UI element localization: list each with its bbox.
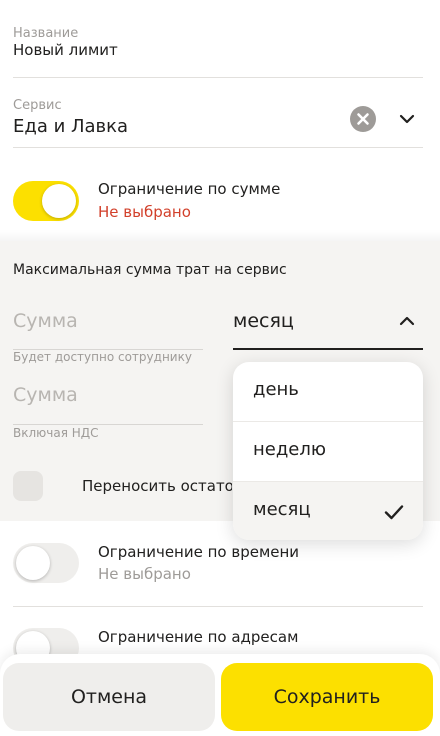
- sum-input[interactable]: Сумма: [13, 310, 78, 332]
- name-field-value[interactable]: Новый лимит: [13, 41, 118, 59]
- amount-limit-status: Не выбрано: [98, 203, 191, 221]
- chevron-up-icon[interactable]: [398, 312, 416, 330]
- dropdown-option-day[interactable]: день: [233, 362, 423, 421]
- sum-hint: Будет доступно сотруднику: [13, 350, 192, 364]
- service-field-label: Сервис: [13, 98, 62, 113]
- service-field-value[interactable]: Еда и Лавка: [13, 116, 128, 137]
- chevron-down-icon[interactable]: [398, 110, 416, 128]
- toggle-knob: [16, 546, 50, 580]
- name-field-label: Название: [13, 26, 79, 41]
- divider: [13, 606, 423, 607]
- carry-over-checkbox[interactable]: [13, 471, 43, 501]
- address-limit-title: Ограничение по адресам: [98, 628, 299, 646]
- time-limit-toggle[interactable]: [13, 543, 79, 583]
- save-button[interactable]: Сохранить: [221, 663, 433, 731]
- period-dropdown: день неделю месяц: [233, 362, 423, 540]
- cancel-button[interactable]: Отмена: [3, 663, 215, 731]
- period-select-value[interactable]: месяц: [233, 310, 294, 332]
- divider: [13, 77, 423, 78]
- amount-limit-title: Ограничение по сумме: [98, 180, 281, 198]
- sum-with-vat-underline: [13, 424, 203, 425]
- dropdown-option-week[interactable]: неделю: [233, 422, 423, 481]
- time-limit-status: Не выбрано: [98, 565, 191, 583]
- dropdown-option-month[interactable]: месяц: [233, 482, 423, 540]
- sum-with-vat-input[interactable]: Сумма: [13, 384, 78, 406]
- time-limit-title: Ограничение по времени: [98, 543, 300, 561]
- divider: [13, 147, 423, 148]
- amount-limit-toggle[interactable]: [13, 181, 79, 221]
- check-icon: [383, 501, 405, 523]
- sum-with-vat-hint: Включая НДС: [13, 426, 99, 440]
- carry-over-label: Переносить остаток: [82, 477, 232, 495]
- clear-icon[interactable]: [350, 106, 376, 132]
- period-select-underline: [233, 348, 423, 350]
- bottom-action-bar: Отмена Сохранить: [0, 654, 440, 736]
- toggle-knob: [42, 184, 76, 218]
- max-amount-heading: Максимальная сумма трат на сервис: [13, 262, 287, 278]
